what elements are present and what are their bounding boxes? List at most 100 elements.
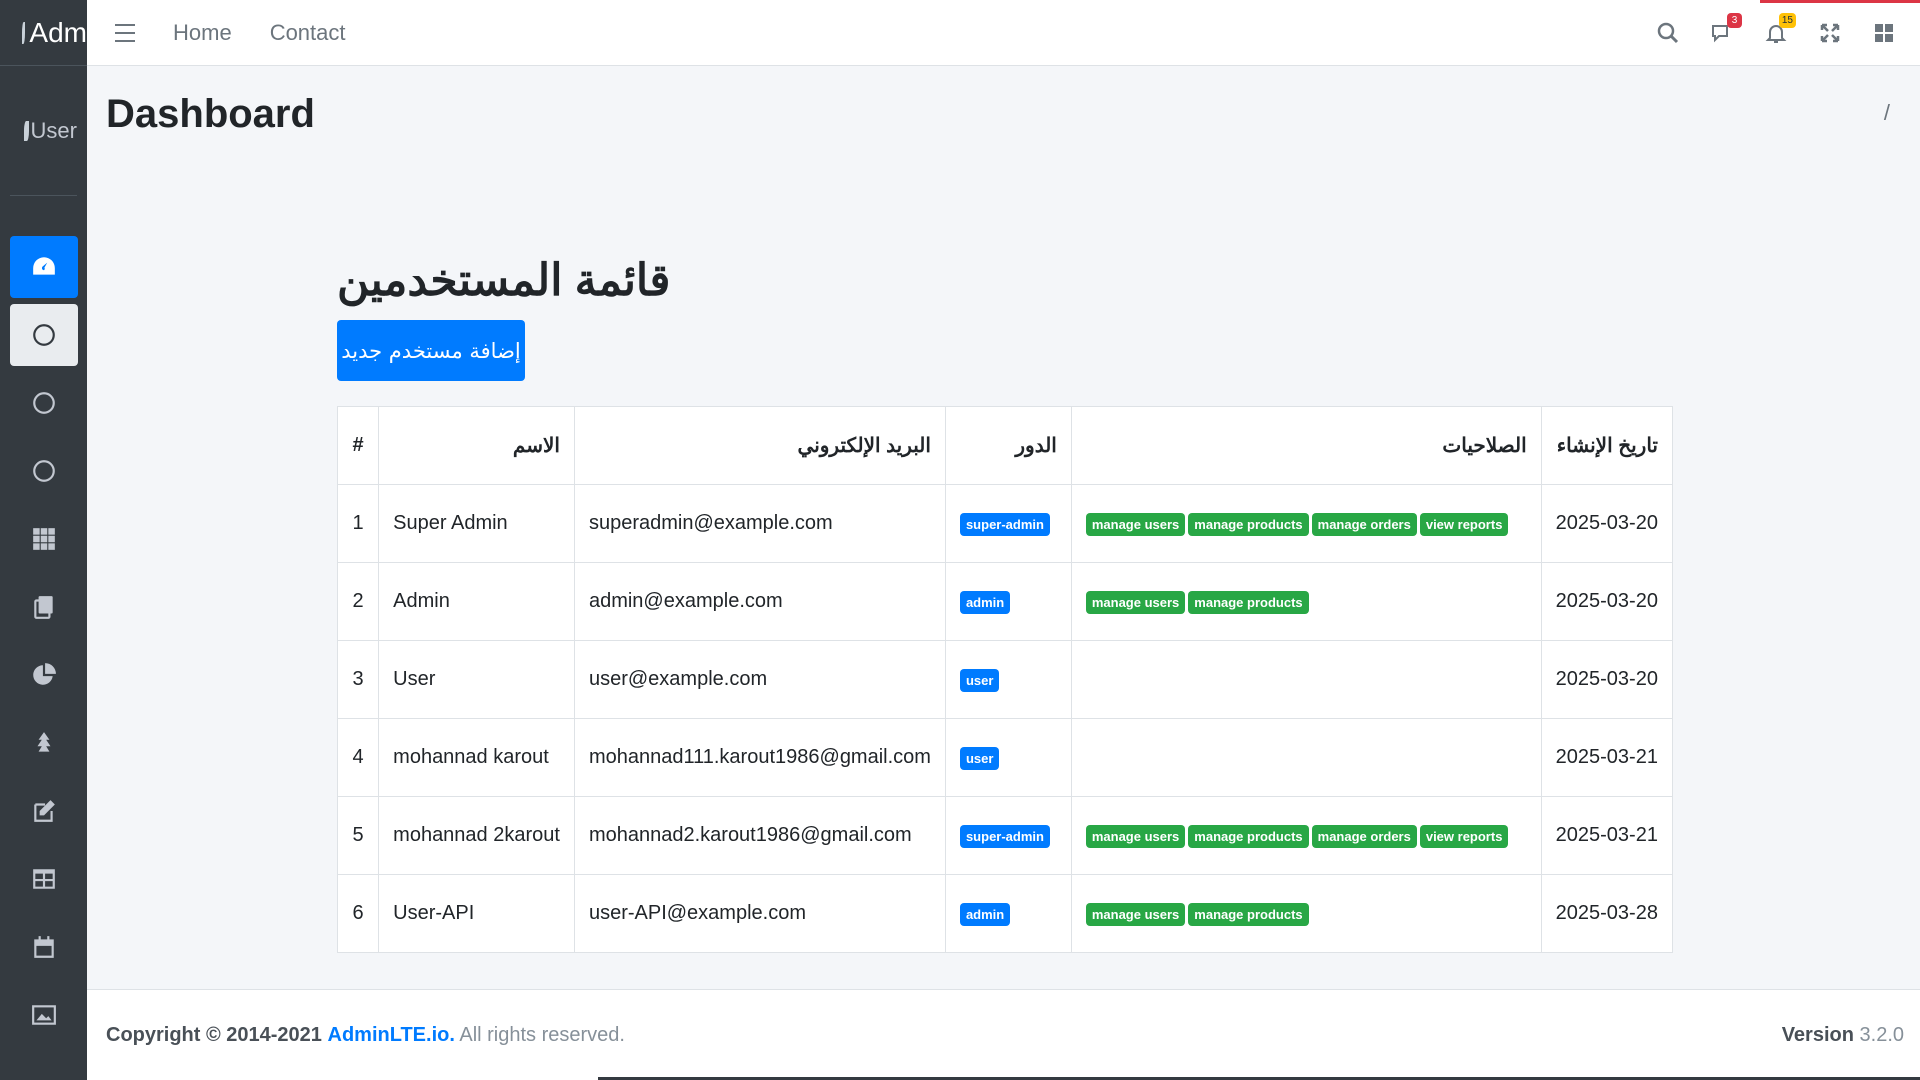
user-permissions-cell: manage users manage products manage orders…	[1070, 484, 1542, 563]
row-index: 2	[336, 562, 380, 641]
user-email-cell: superadmin@example.com	[573, 484, 946, 563]
user-name-cell: User-API	[378, 874, 575, 953]
sidebar-item-widgets[interactable]	[10, 508, 78, 570]
search-button[interactable]	[1656, 21, 1680, 45]
sidebar-item-ui-elements[interactable]	[10, 712, 78, 774]
sidebar-item-calendar[interactable]	[10, 916, 78, 978]
sidebar-item-page-1[interactable]	[10, 304, 78, 366]
permission-badge: manage users	[1085, 824, 1186, 848]
add-user-button[interactable]: إضافة مستخدم جديد	[337, 320, 525, 381]
user-role-cell: super-admin	[944, 484, 1072, 563]
users-list-title: قائمة المستخدمين	[337, 256, 671, 305]
page-title: Dashboard	[106, 92, 315, 136]
role-badge: admin	[959, 902, 1011, 926]
circle-icon	[33, 324, 55, 346]
loading-bar	[1760, 0, 1920, 3]
permission-badge: view reports	[1419, 512, 1509, 536]
nav-link-home[interactable]: Home	[173, 20, 232, 46]
column-header-index: #	[336, 406, 380, 485]
brand-logo-icon	[22, 21, 26, 44]
permission-badge: view reports	[1419, 824, 1509, 848]
footer-copyright: Copyright © 2014-2021 AdminLTE.io. All r…	[106, 1024, 625, 1047]
brand-text: Adm	[29, 16, 87, 48]
permission-badge: manage users	[1085, 902, 1186, 926]
sidebar-item-gallery[interactable]	[10, 984, 78, 1046]
user-role-cell: user	[944, 640, 1072, 719]
copyright-text: Copyright © 2014-2021	[106, 1023, 322, 1046]
image-icon	[32, 1005, 56, 1025]
user-permissions-cell	[1070, 718, 1542, 797]
rights-text: All rights reserved.	[459, 1023, 625, 1046]
permission-badge: manage products	[1188, 824, 1309, 848]
circle-icon	[33, 392, 55, 414]
sidebar-toggle-icon[interactable]	[115, 23, 135, 42]
user-role-cell: admin	[944, 562, 1072, 641]
role-badge: user	[959, 668, 1000, 692]
user-created-at-cell: 2025-03-28	[1540, 874, 1674, 953]
expand-arrows-icon	[1820, 23, 1840, 42]
row-index: 5	[336, 796, 380, 875]
sidebar-item-page-3[interactable]	[10, 440, 78, 502]
users-section: قائمة المستخدمين إضافة مستخدم جديد # الا…	[336, 255, 1674, 953]
messages-button[interactable]: 3	[1710, 12, 1742, 45]
brand-link[interactable]: Adm	[0, 0, 87, 66]
search-icon	[1657, 22, 1679, 43]
user-permissions-cell	[1070, 640, 1542, 719]
sidebar-item-page-2[interactable]	[10, 372, 78, 434]
adminlte-link[interactable]: AdminLTE.io.	[328, 1024, 455, 1046]
calendar-icon	[34, 936, 54, 958]
notifications-button[interactable]: 15	[1764, 12, 1796, 45]
permission-badge: manage products	[1188, 590, 1309, 614]
permission-badge: manage products	[1188, 512, 1309, 536]
permission-badge: manage orders	[1311, 512, 1417, 536]
sidebar-item-tables[interactable]	[10, 848, 78, 910]
user-avatar-icon	[24, 120, 29, 141]
user-name-cell: Admin	[378, 562, 575, 641]
column-header-name: الاسم	[378, 406, 575, 485]
user-name-cell: mohannad karout	[378, 718, 575, 797]
user-created-at-cell: 2025-03-21	[1540, 796, 1674, 875]
role-badge: user	[959, 746, 1000, 770]
user-name-cell: User	[378, 640, 575, 719]
role-badge: super-admin	[959, 512, 1050, 536]
footer-version: Version 3.2.0	[1782, 1024, 1904, 1047]
user-email-cell: admin@example.com	[573, 562, 946, 641]
user-email-cell: mohannad2.karout1986@gmail.com	[573, 796, 946, 875]
user-created-at-cell: 2025-03-20	[1540, 562, 1674, 641]
permission-badge: manage orders	[1311, 824, 1417, 848]
user-created-at-cell: 2025-03-21	[1540, 718, 1674, 797]
table-icon	[33, 869, 55, 889]
chart-pie-icon	[33, 663, 56, 685]
sidebar: Adm User	[0, 0, 87, 1080]
role-badge: super-admin	[959, 824, 1050, 848]
user-role-cell: user	[944, 718, 1072, 797]
user-permissions-cell: manage users manage products manage orders…	[1070, 796, 1542, 875]
role-badge: admin	[959, 590, 1011, 614]
user-permissions-cell: manage users manage products	[1070, 874, 1542, 953]
row-index: 4	[336, 718, 380, 797]
control-sidebar-button[interactable]	[1872, 21, 1896, 45]
breadcrumb: /	[1883, 100, 1890, 125]
tree-icon	[37, 732, 51, 752]
edit-icon	[34, 800, 55, 822]
user-role-cell: super-admin	[944, 796, 1072, 875]
users-table: # الاسم البريد الإلكتروني الدور الصلاحيا…	[336, 406, 1674, 953]
footer: Copyright © 2014-2021 AdminLTE.io. All r…	[87, 989, 1920, 1080]
version-label: Version	[1781, 1023, 1854, 1046]
sidebar-item-forms[interactable]	[10, 780, 78, 842]
sidebar-item-layout[interactable]	[10, 576, 78, 638]
sidebar-item-charts[interactable]	[10, 644, 78, 706]
permission-badge: manage users	[1085, 590, 1186, 614]
version-number: 3.2.0	[1859, 1023, 1904, 1046]
user-panel[interactable]: User	[10, 66, 77, 196]
user-email-cell: mohannad111.karout1986@gmail.com	[573, 718, 946, 797]
user-created-at-cell: 2025-03-20	[1540, 484, 1674, 563]
copy-icon	[34, 596, 53, 619]
sidebar-item-dashboard[interactable]	[10, 236, 78, 298]
fullscreen-button[interactable]	[1818, 21, 1842, 45]
user-created-at-cell: 2025-03-20	[1540, 640, 1674, 719]
permission-badge: manage users	[1085, 512, 1186, 536]
column-header-email: البريد الإلكتروني	[573, 406, 946, 485]
nav-link-contact[interactable]: Contact	[270, 20, 346, 46]
grid-icon	[33, 528, 55, 550]
